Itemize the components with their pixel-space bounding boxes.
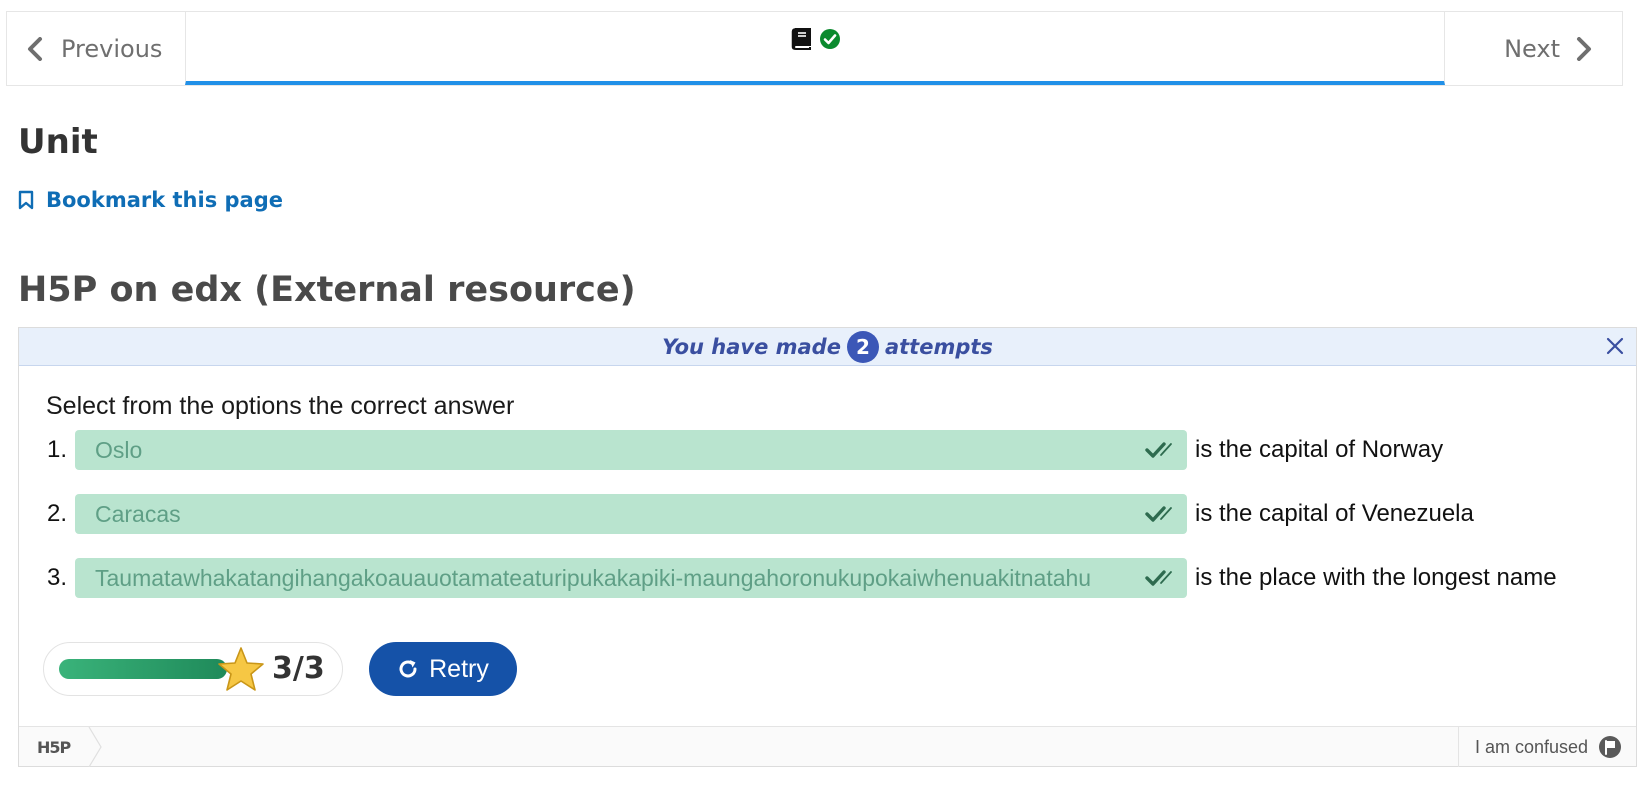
bookmark-button[interactable]: Bookmark this page xyxy=(18,188,283,212)
score-bar: 3/3 xyxy=(43,642,343,696)
double-check-icon xyxy=(1145,570,1172,586)
question-text: Select from the options the correct answ… xyxy=(46,392,515,420)
retry-label: Retry xyxy=(429,654,489,683)
bookmark-icon xyxy=(18,190,34,210)
score-separator: / xyxy=(292,651,304,686)
answer-dropdown[interactable]: Oslo xyxy=(75,430,1187,470)
item-number: 1. xyxy=(46,436,67,463)
double-check-icon xyxy=(1145,506,1172,522)
confused-label: I am confused xyxy=(1474,736,1588,757)
retry-icon xyxy=(399,660,417,678)
star-icon xyxy=(218,647,264,691)
previous-button[interactable]: Previous xyxy=(7,12,185,85)
confused-button[interactable]: I am confused xyxy=(1457,727,1636,767)
answer-value: Caracas xyxy=(95,500,181,527)
check-circle-icon xyxy=(820,28,840,49)
score-max: 3 xyxy=(303,651,325,686)
chevron-right-icon xyxy=(1577,36,1591,61)
item-suffix: is the capital of Venezuela xyxy=(1195,500,1474,527)
attempts-prefix: You have made xyxy=(662,334,841,359)
block-title: H5P on edx (External resource) xyxy=(18,270,636,310)
previous-label: Previous xyxy=(61,34,163,63)
score-text: 3/3 xyxy=(272,651,325,686)
item-suffix: is the capital of Norway xyxy=(1195,436,1444,463)
quiz-item: 2. Caracas is the capital of Venezuela xyxy=(41,494,1474,534)
double-check-icon xyxy=(1145,442,1172,458)
answer-dropdown[interactable]: Caracas xyxy=(75,494,1187,534)
item-number: 3. xyxy=(46,564,67,591)
close-icon[interactable] xyxy=(1606,337,1624,355)
bookmark-label: Bookmark this page xyxy=(46,188,283,212)
next-button[interactable]: Next xyxy=(1444,12,1622,85)
answer-value: Oslo xyxy=(95,436,143,463)
h5p-footer: H5P I am confused xyxy=(19,726,1636,767)
chevron-left-icon xyxy=(28,36,42,61)
answer-value: Taumatawhakatangihangakoauauotamateaturi… xyxy=(95,564,1092,591)
next-label: Next xyxy=(1504,34,1560,63)
attempts-count-badge: 2 xyxy=(846,330,879,363)
answer-dropdown[interactable]: Taumatawhakatangihangakoauauotamateaturi… xyxy=(75,558,1187,598)
flag-icon xyxy=(1599,736,1621,758)
quiz-item: 1. Oslo is the capital of Norway xyxy=(41,430,1443,470)
unit-title: Unit xyxy=(18,122,98,162)
attempts-suffix: attempts xyxy=(884,334,993,359)
sequence-navigation: Previous Next xyxy=(6,11,1623,86)
attempts-banner: You have made 2 attempts xyxy=(19,328,1636,366)
book-icon xyxy=(791,27,811,50)
item-number: 2. xyxy=(46,500,67,527)
quiz-item: 3. Taumatawhakatangihangakoauauotamateat… xyxy=(41,558,1557,598)
h5p-content-frame: You have made 2 attempts Select from the… xyxy=(18,327,1637,767)
item-suffix: is the place with the longest name xyxy=(1195,564,1557,591)
retry-button[interactable]: Retry xyxy=(369,642,517,696)
unit-tab-active[interactable] xyxy=(185,12,1445,85)
footer-divider-icon xyxy=(88,727,102,767)
score-earned: 3 xyxy=(272,651,293,686)
score-progress-fill xyxy=(59,659,227,679)
h5p-logo[interactable]: H5P xyxy=(37,738,71,757)
